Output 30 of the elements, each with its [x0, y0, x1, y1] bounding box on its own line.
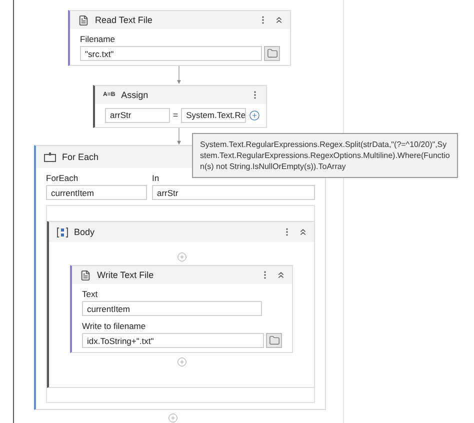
input-field[interactable]: arrStr	[152, 185, 315, 200]
connector-arrow	[175, 128, 183, 145]
collapse-icon[interactable]	[274, 15, 284, 25]
field-label: In	[152, 173, 160, 183]
field-label: Write to filename	[82, 321, 147, 331]
collapse-icon[interactable]	[298, 227, 308, 237]
field-label: Text	[82, 289, 99, 299]
file-icon	[80, 270, 91, 280]
input-field[interactable]: idx.ToString+".txt"	[82, 333, 264, 348]
activity-title: Read Text File	[95, 15, 154, 25]
input-field[interactable]: currentItem	[82, 301, 262, 316]
browse-button[interactable]	[264, 46, 280, 61]
field-label: Filename	[80, 34, 116, 44]
equals-sign: =	[172, 110, 178, 120]
file-icon	[78, 14, 89, 26]
input-field[interactable]: currentItem	[46, 185, 147, 200]
add-icon[interactable]	[249, 110, 260, 121]
collapse-icon[interactable]	[276, 270, 286, 280]
input-field[interactable]: "src.txt"	[80, 46, 262, 61]
tooltip: System.Text.RegularExpressions.Regex.Split(strData,"(?=^10/20)",System.Text.RegularExpressions.RegexOptions.Multiline).Where(Function(s) not String.IsNullOrEmpty(s)).ToArray	[192, 133, 458, 178]
input-field[interactable]: System.Text.Re	[181, 108, 246, 123]
browse-button[interactable]	[266, 333, 282, 348]
input-field[interactable]: arrStr	[105, 108, 170, 123]
field-label: ForEach	[46, 173, 80, 183]
sequence-icon	[57, 226, 68, 238]
activity-title: Assign	[121, 90, 150, 100]
connector-arrow	[175, 66, 183, 85]
activity-title: Write Text File	[97, 270, 155, 280]
activity-title: Body	[74, 227, 96, 237]
container-icon	[44, 152, 56, 162]
